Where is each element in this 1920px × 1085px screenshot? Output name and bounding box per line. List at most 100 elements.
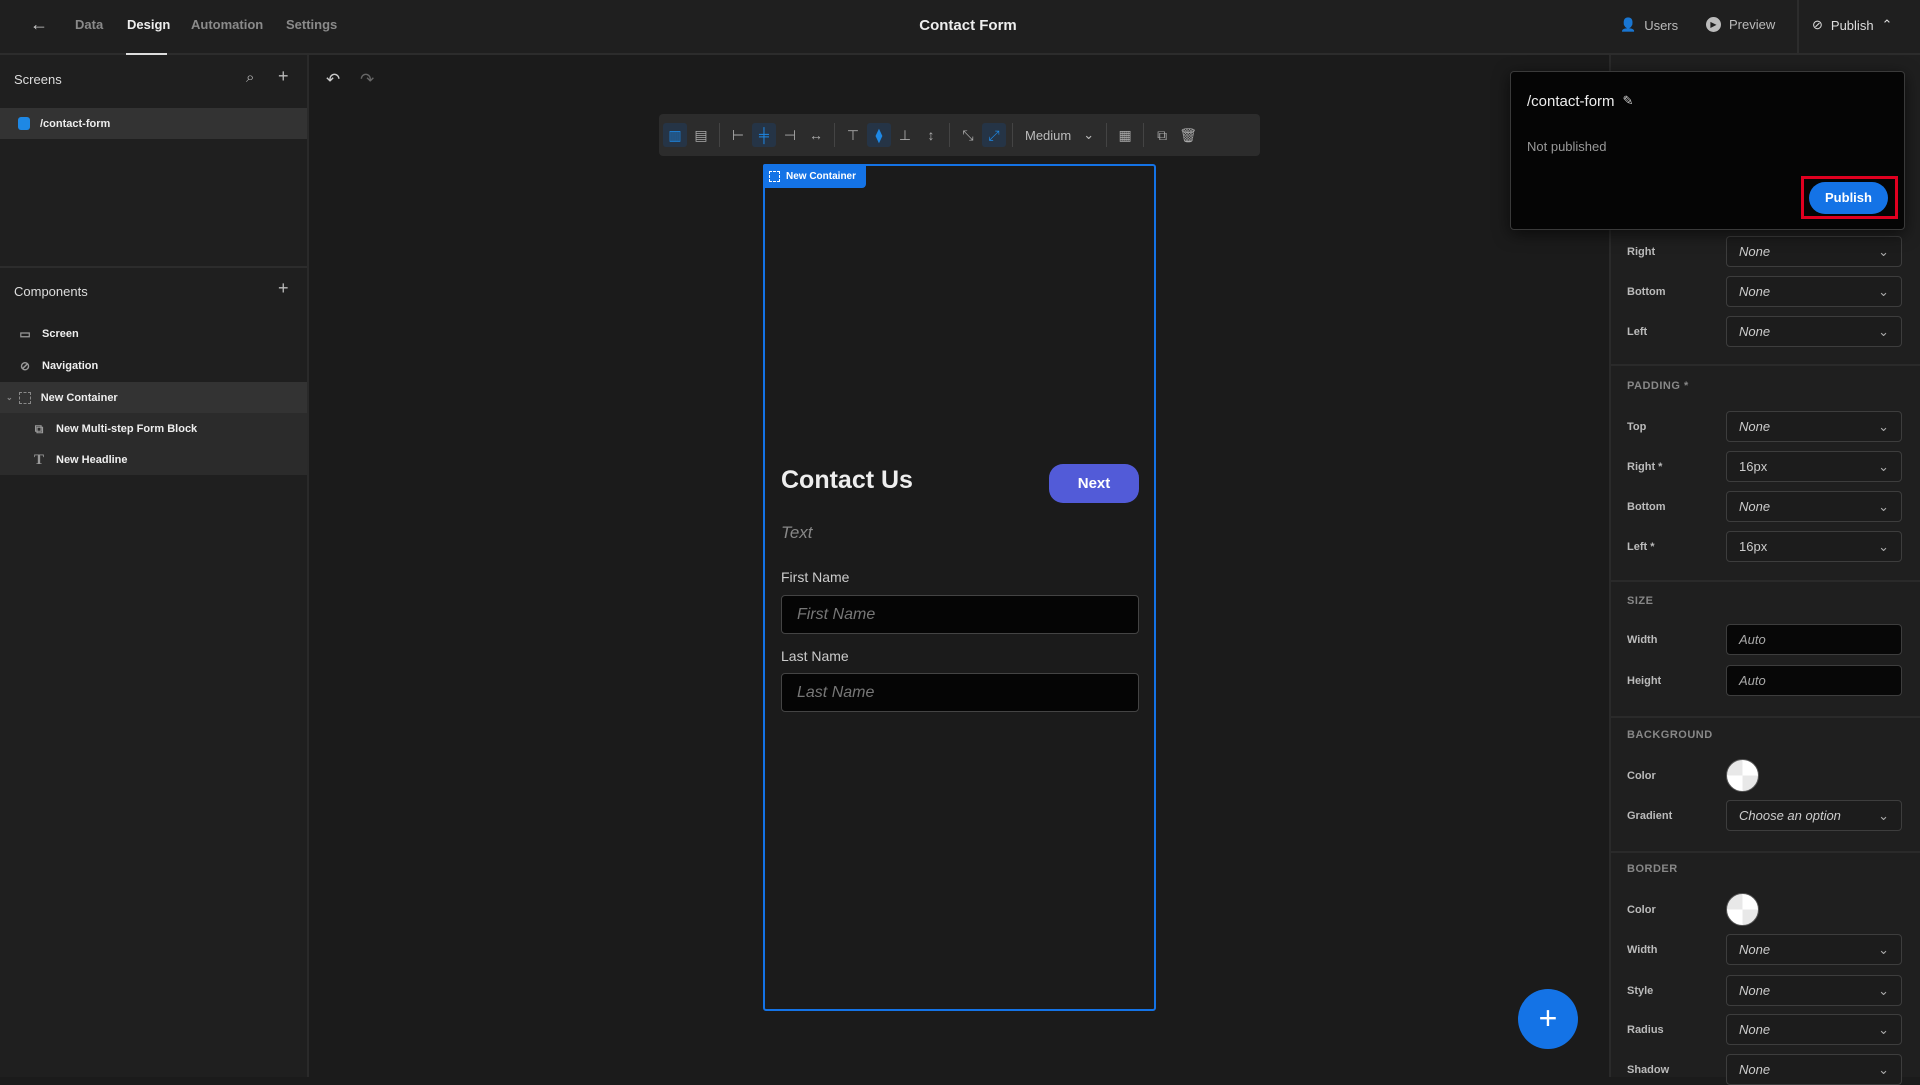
- component-navigation[interactable]: ⊘ Navigation: [0, 350, 307, 381]
- play-icon: ▶: [1706, 17, 1721, 32]
- bg-color-swatch[interactable]: [1726, 759, 1759, 792]
- gradient-select[interactable]: Choose an option ⌄: [1726, 800, 1902, 831]
- size-select[interactable]: Medium ⌄: [1019, 127, 1100, 143]
- select-value: None: [1739, 983, 1771, 998]
- border-color-label: Color: [1627, 904, 1656, 916]
- align-bottom-icon[interactable]: ⊥: [893, 123, 917, 147]
- width-input[interactable]: Auto: [1726, 624, 1902, 655]
- stretch-vertical-icon[interactable]: ↕: [919, 123, 943, 147]
- separator: [719, 123, 720, 147]
- margin-right-label: Right: [1627, 246, 1656, 258]
- chevron-down-icon: ⌄: [1083, 127, 1095, 142]
- form-heading: Contact Us: [781, 466, 913, 494]
- chevron-down-icon: ⌄: [1878, 419, 1889, 434]
- margin-bottom-select[interactable]: None ⌄: [1726, 276, 1902, 307]
- publish-status: Not published: [1527, 139, 1607, 154]
- margin-right-select[interactable]: None ⌄: [1726, 236, 1902, 267]
- layout-rows-icon[interactable]: ▤: [689, 123, 713, 147]
- border-color-swatch[interactable]: [1726, 893, 1759, 926]
- publish-button[interactable]: Publish: [1809, 182, 1888, 214]
- select-value: 16px: [1739, 459, 1768, 474]
- chevron-down-icon: ⌄: [1878, 983, 1889, 998]
- chevron-down-icon: ⌄: [1878, 1022, 1889, 1037]
- padding-bottom-select[interactable]: None ⌄: [1726, 491, 1902, 522]
- shadow-select[interactable]: None ⌄: [1726, 1054, 1902, 1085]
- component-new-container[interactable]: ⌄ New Container: [0, 382, 307, 413]
- padding-top-select[interactable]: None ⌄: [1726, 411, 1902, 442]
- select-value: 16px: [1739, 539, 1768, 554]
- height-input[interactable]: Auto: [1726, 665, 1902, 696]
- select-value: None: [1739, 1022, 1771, 1037]
- add-screen-icon[interactable]: +: [278, 66, 289, 87]
- border-radius-select[interactable]: None ⌄: [1726, 1014, 1902, 1045]
- undo-icon[interactable]: ↶: [326, 70, 340, 90]
- screen-item-contact-form[interactable]: /contact-form: [0, 108, 307, 139]
- align-top-icon[interactable]: ⊤: [841, 123, 865, 147]
- padding-top-label: Top: [1627, 421, 1647, 433]
- next-button[interactable]: Next: [1049, 464, 1139, 503]
- separator: [1012, 123, 1013, 147]
- search-icon[interactable]: ⌕: [246, 69, 254, 86]
- chevron-down-icon: ⌄: [1878, 539, 1889, 554]
- chevron-down-icon[interactable]: ⌄: [6, 393, 13, 402]
- select-value: None: [1739, 244, 1771, 259]
- select-value: None: [1739, 499, 1771, 514]
- align-right-icon[interactable]: ⊣: [778, 123, 802, 147]
- component-multistep-form[interactable]: ⧉ New Multi-step Form Block: [0, 413, 307, 444]
- components-title: Components: [14, 284, 88, 299]
- padding-right-label: Right *: [1627, 461, 1663, 473]
- padding-left-select[interactable]: 16px ⌄: [1726, 531, 1902, 562]
- size-select-value: Medium: [1025, 127, 1072, 143]
- selected-container[interactable]: [763, 164, 1156, 1011]
- container-tag-label: New Container: [786, 170, 857, 182]
- divider: [1611, 851, 1920, 853]
- component-screen[interactable]: ▭ Screen: [0, 318, 307, 349]
- width-label: Width: [1627, 634, 1658, 646]
- add-component-icon[interactable]: +: [278, 278, 289, 299]
- layout-columns-icon[interactable]: ▥: [663, 123, 687, 147]
- component-headline[interactable]: T New Headline: [0, 444, 307, 475]
- divider: [1611, 580, 1920, 582]
- preview-button[interactable]: ▶ Preview: [1706, 17, 1775, 32]
- first-name-input[interactable]: First Name: [781, 595, 1139, 634]
- duplicate-icon[interactable]: ⧉: [1150, 123, 1174, 147]
- last-name-input[interactable]: Last Name: [781, 673, 1139, 712]
- publish-label: Publish: [1830, 17, 1874, 33]
- margin-left-label: Left: [1627, 326, 1648, 338]
- add-component-fab[interactable]: +: [1518, 989, 1578, 1049]
- padding-right-select[interactable]: 16px ⌄: [1726, 451, 1902, 482]
- border-width-label: Width: [1627, 944, 1658, 956]
- shrink-icon[interactable]: ⤡: [956, 123, 980, 147]
- chevron-down-icon: ⌄: [1878, 459, 1889, 474]
- select-value: Choose an option: [1739, 808, 1841, 823]
- align-middle-icon[interactable]: ⧫: [867, 123, 891, 147]
- form-block-icon: ⧉: [34, 421, 44, 436]
- chevron-down-icon: ⌄: [1878, 942, 1889, 957]
- select-value: None: [1739, 942, 1771, 957]
- select-value: None: [1739, 324, 1771, 339]
- grid-layout-icon[interactable]: ▦: [1113, 123, 1137, 147]
- margin-left-select[interactable]: None ⌄: [1726, 316, 1902, 347]
- border-style-select[interactable]: None ⌄: [1726, 975, 1902, 1006]
- component-label: Navigation: [42, 359, 99, 372]
- container-icon: [769, 170, 780, 182]
- container-tag[interactable]: New Container: [763, 164, 866, 188]
- users-button[interactable]: 👤 Users: [1620, 17, 1678, 33]
- grow-icon[interactable]: ⤢: [982, 123, 1006, 147]
- redo-icon[interactable]: ↷: [360, 70, 374, 90]
- screens-title: Screens: [14, 72, 62, 87]
- separator: [949, 123, 950, 147]
- chevron-down-icon: ⌄: [1878, 499, 1889, 514]
- screen-item-label: /contact-form: [40, 117, 111, 130]
- border-section-title: BORDER: [1627, 863, 1678, 875]
- align-left-icon[interactable]: ⊢: [726, 123, 750, 147]
- stretch-horizontal-icon[interactable]: ↔: [804, 123, 828, 147]
- screen-icon: ▭: [19, 326, 31, 341]
- chevron-up-icon: ⌃: [1881, 17, 1893, 32]
- separator: [1143, 123, 1145, 147]
- pencil-icon[interactable]: ✎: [1623, 93, 1634, 110]
- align-center-icon[interactable]: ╪: [752, 123, 776, 147]
- trash-icon[interactable]: 🗑: [1176, 123, 1200, 147]
- border-width-select[interactable]: None ⌄: [1726, 934, 1902, 965]
- publish-menu-button[interactable]: ⊘ Publish ⌃: [1812, 17, 1892, 33]
